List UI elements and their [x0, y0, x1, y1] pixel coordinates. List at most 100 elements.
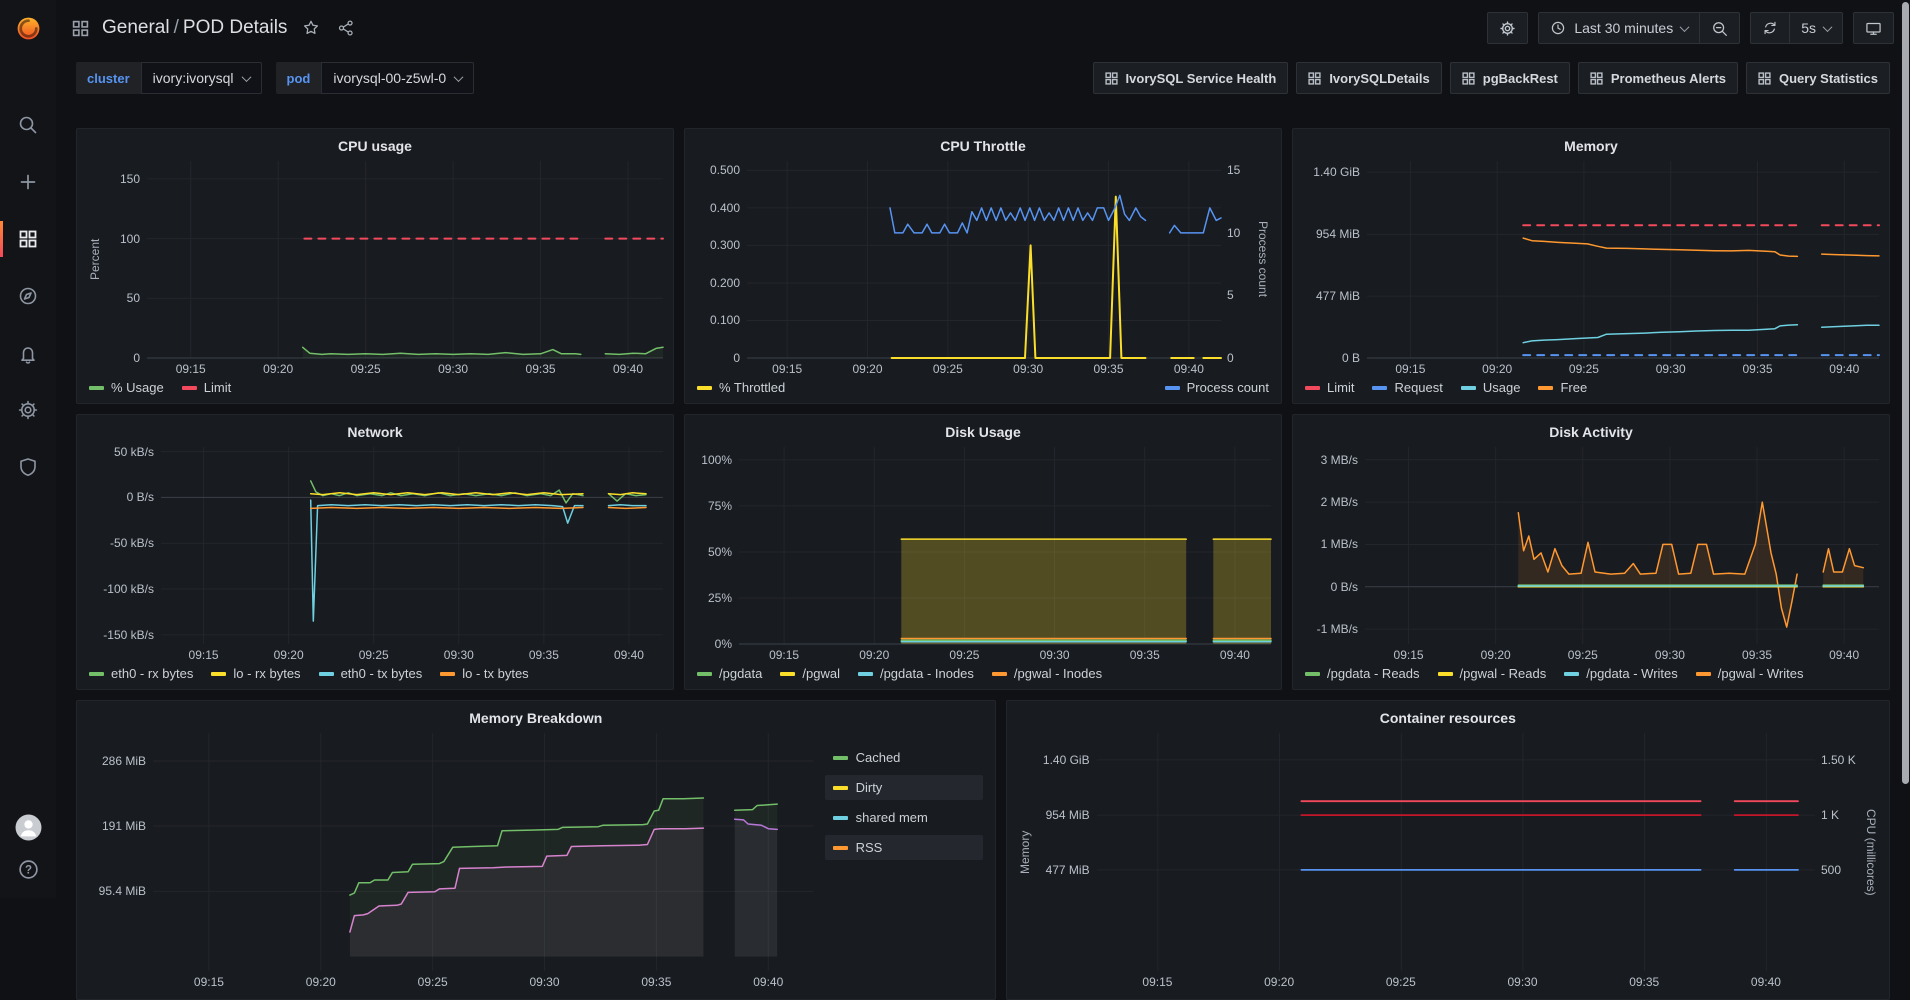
tv-mode-button[interactable]	[1853, 12, 1894, 44]
legend-item[interactable]: /pgwal - Inodes	[992, 666, 1102, 681]
zoom-out-time-button[interactable]	[1700, 12, 1740, 44]
grafana-logo-icon	[15, 15, 42, 42]
legend-item[interactable]: % Throttled	[697, 380, 785, 395]
gridlines	[161, 447, 663, 644]
panel-title[interactable]: Network	[87, 423, 663, 441]
panel-title[interactable]: CPU Throttle	[695, 137, 1271, 155]
y-tick-label: 2 MB/s	[1321, 494, 1358, 510]
plot-area: 09:1509:2009:2509:3009:3509:40	[1367, 161, 1879, 358]
plus-icon	[17, 171, 39, 193]
panel-title[interactable]: Disk Usage	[695, 423, 1271, 441]
panel-title[interactable]: CPU usage	[87, 137, 663, 155]
refresh-button[interactable]	[1750, 12, 1790, 44]
legend-item[interactable]: Free	[1538, 380, 1587, 395]
x-tick-label: 09:40	[740, 975, 796, 989]
sidebar-item-explore[interactable]	[0, 273, 56, 319]
legend-item[interactable]: /pgwal	[780, 666, 840, 681]
legend-item[interactable]: /pgdata - Reads	[1305, 666, 1420, 681]
x-tick-label: 09:20	[846, 648, 902, 662]
panel-title[interactable]: Container resources	[1017, 709, 1879, 727]
sidebar-item-alerting[interactable]	[0, 330, 56, 376]
x-tick-label: 09:30	[1642, 648, 1698, 662]
legend: /pgdata/pgwal/pgdata - Inodes/pgwal - In…	[695, 664, 1271, 681]
series-fill-/pgwal	[1213, 539, 1271, 644]
x-tick-label: 09:15	[756, 648, 812, 662]
legend-item[interactable]: Limit	[1305, 380, 1354, 395]
legend-item[interactable]: Process count	[1165, 380, 1269, 395]
legend-item[interactable]: Cached	[825, 745, 983, 770]
dashboard-settings-button[interactable]	[1487, 12, 1528, 44]
refresh-controls: 5s	[1750, 12, 1843, 44]
time-range-picker[interactable]: Last 30 minutes	[1538, 12, 1700, 44]
legend-item[interactable]: % Usage	[89, 380, 164, 395]
panel-title[interactable]: Memory Breakdown	[87, 709, 985, 727]
y-axis-ticks: 0%25%50%75%100%	[695, 447, 739, 644]
link-query-statistics[interactable]: Query Statistics	[1746, 62, 1890, 94]
legend-item[interactable]: /pgdata - Writes	[1564, 666, 1678, 681]
y-tick-label: 0.400	[710, 200, 740, 216]
legend-item[interactable]: /pgdata - Inodes	[858, 666, 974, 681]
sidebar-item-configuration[interactable]	[0, 387, 56, 433]
y2-axis-label: CPU (millicores)	[1863, 733, 1879, 971]
panel-title[interactable]: Memory	[1303, 137, 1879, 155]
x-tick-label: 09:15	[181, 975, 237, 989]
page-title[interactable]: General/POD Details	[102, 17, 287, 39]
y2-axis-label: Process count	[1255, 161, 1271, 358]
panel-title[interactable]: Disk Activity	[1303, 423, 1879, 441]
y-tick-label: 477 MiB	[1046, 862, 1090, 878]
legend-item[interactable]: lo - tx bytes	[440, 666, 528, 681]
legend-item[interactable]: /pgwal - Reads	[1438, 666, 1547, 681]
legend: eth0 - rx bytes lo - rx bytes eth0 - tx by…	[87, 664, 663, 681]
link-pgbackrest[interactable]: pgBackRest	[1450, 62, 1570, 94]
legend-item[interactable]: eth0 - tx bytes	[319, 666, 423, 681]
series-lo - tx bytes	[311, 508, 583, 509]
link-ivorysql-details[interactable]: IvorySQLDetails	[1296, 62, 1441, 94]
share-dashboard-button[interactable]	[335, 17, 357, 39]
legend-item[interactable]: Request	[1372, 380, 1442, 395]
legend-label: eth0 - rx bytes	[111, 666, 193, 681]
legend-item[interactable]: Dirty	[825, 775, 983, 800]
legend-item[interactable]: Limit	[182, 380, 231, 395]
legend-item[interactable]: /pgwal - Writes	[1696, 666, 1804, 681]
user-profile[interactable]	[0, 812, 56, 842]
link-prometheus-alerts[interactable]: Prometheus Alerts	[1578, 62, 1738, 94]
y-tick-label: -150 kB/s	[103, 627, 154, 643]
sidebar-item-dashboards[interactable]	[0, 216, 56, 262]
clock-icon	[1550, 20, 1566, 36]
sidebar-item-search[interactable]	[0, 102, 56, 148]
monitor-icon	[1865, 20, 1882, 37]
variable-label: pod	[276, 62, 322, 94]
legend-swatch	[1538, 386, 1553, 390]
legend-item[interactable]: Usage	[1461, 380, 1521, 395]
scrollbar-thumb[interactable]	[1902, 2, 1909, 784]
link-ivorysql-service-health[interactable]: IvorySQL Service Health	[1093, 62, 1289, 94]
x-tick-label: 09:40	[1816, 648, 1872, 662]
legend-item[interactable]: shared mem	[825, 805, 983, 830]
variable-pod-select[interactable]: ivorysql-00-z5wl-0	[321, 62, 474, 94]
legend-label: shared mem	[856, 810, 928, 825]
y2-axis-ticks: 051015	[1221, 161, 1255, 358]
x-tick-label: 09:30	[1495, 975, 1551, 989]
legend-swatch	[833, 786, 848, 790]
panel-cpu-throttle: CPU Throttle 00.1000.2000.3000.4000.5000…	[684, 128, 1282, 404]
y-axis-label: Memory	[1017, 733, 1033, 971]
x-tick-label: 09:15	[1382, 362, 1438, 376]
y-tick-label: 1.40 GiB	[1313, 164, 1360, 180]
legend-item[interactable]: RSS	[825, 835, 983, 860]
series-Usage	[1822, 325, 1879, 327]
y-axis-ticks: 95.4 MiB191 MiB286 MiB	[87, 733, 153, 971]
legend-item[interactable]: /pgdata	[697, 666, 762, 681]
legend-item[interactable]: eth0 - rx bytes	[89, 666, 193, 681]
series-eth0 - tx bytes	[609, 505, 647, 506]
series-lo - tx bytes	[609, 508, 647, 509]
grafana-logo[interactable]	[0, 0, 56, 56]
sidebar-item-server-admin[interactable]	[0, 444, 56, 490]
help-button[interactable]: ?	[0, 854, 56, 884]
sidebar-item-create[interactable]	[0, 159, 56, 205]
refresh-interval-picker[interactable]: 5s	[1790, 12, 1843, 44]
y2-tick-label: 500	[1821, 862, 1841, 878]
variable-cluster-select[interactable]: ivory:ivorysql	[141, 62, 262, 94]
series-eth0 - rx bytes	[311, 481, 583, 503]
star-dashboard-button[interactable]	[300, 17, 322, 39]
legend-item[interactable]: lo - rx bytes	[211, 666, 300, 681]
